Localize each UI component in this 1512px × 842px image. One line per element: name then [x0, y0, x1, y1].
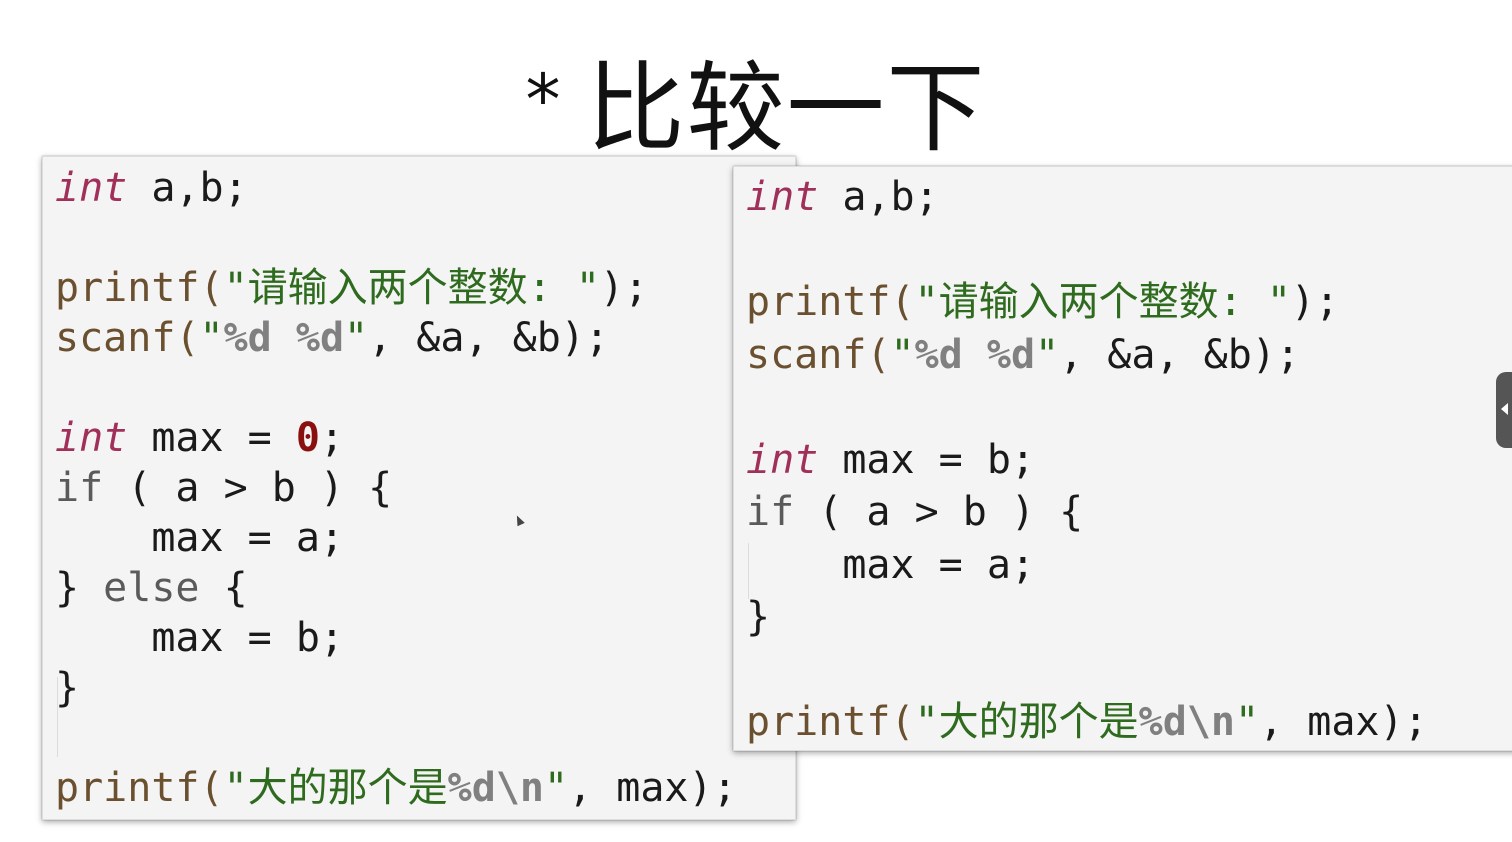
code-line: printf("大的那个是%d\n", max);: [746, 699, 1428, 745]
code-line: int a,b;: [746, 174, 939, 220]
slide: * 比较一下 int a,b; printf("请输入两个整数: "); scanf…: [0, 0, 1512, 842]
code-line: max = a;: [55, 515, 344, 561]
code-panel-if-only: int a,b; printf("请输入两个整数: "); scanf("%d %…: [733, 166, 1512, 751]
slide-title: * 比较一下: [0, 40, 1512, 169]
code-block-left: int a,b; printf("请输入两个整数: "); scanf("%d %…: [55, 163, 737, 813]
code-line: printf("大的那个是%d\n", max);: [55, 765, 737, 811]
code-line: printf("请输入两个整数: ");: [746, 279, 1340, 325]
code-line: }: [55, 665, 80, 711]
code-line: }: [746, 594, 771, 640]
code-line: int max = b;: [746, 436, 1035, 483]
title-bullet: *: [525, 59, 563, 141]
code-block-right: int a,b; printf("请输入两个整数: "); scanf("%d %…: [746, 171, 1428, 749]
code-panel-if-else: int a,b; printf("请输入两个整数: "); scanf("%d %…: [42, 156, 796, 820]
code-line: scanf("%d %d", &a, &b);: [746, 331, 1300, 378]
side-panel-toggle[interactable]: [1496, 372, 1512, 448]
code-line: } else {: [55, 565, 248, 611]
code-line: max = a;: [746, 541, 1035, 588]
code-line: if ( a > b ) {: [55, 465, 393, 511]
chevron-left-icon: [1501, 403, 1508, 415]
code-line: printf("请输入两个整数: ");: [55, 265, 649, 311]
code-line: max = b;: [55, 615, 344, 661]
code-line: scanf("%d %d", &a, &b);: [55, 315, 609, 361]
title-text: 比较一下: [586, 52, 987, 166]
code-line: int a,b;: [55, 165, 248, 211]
code-line: int max = 0;: [55, 415, 345, 461]
code-line: if ( a > b ) {: [746, 489, 1084, 535]
